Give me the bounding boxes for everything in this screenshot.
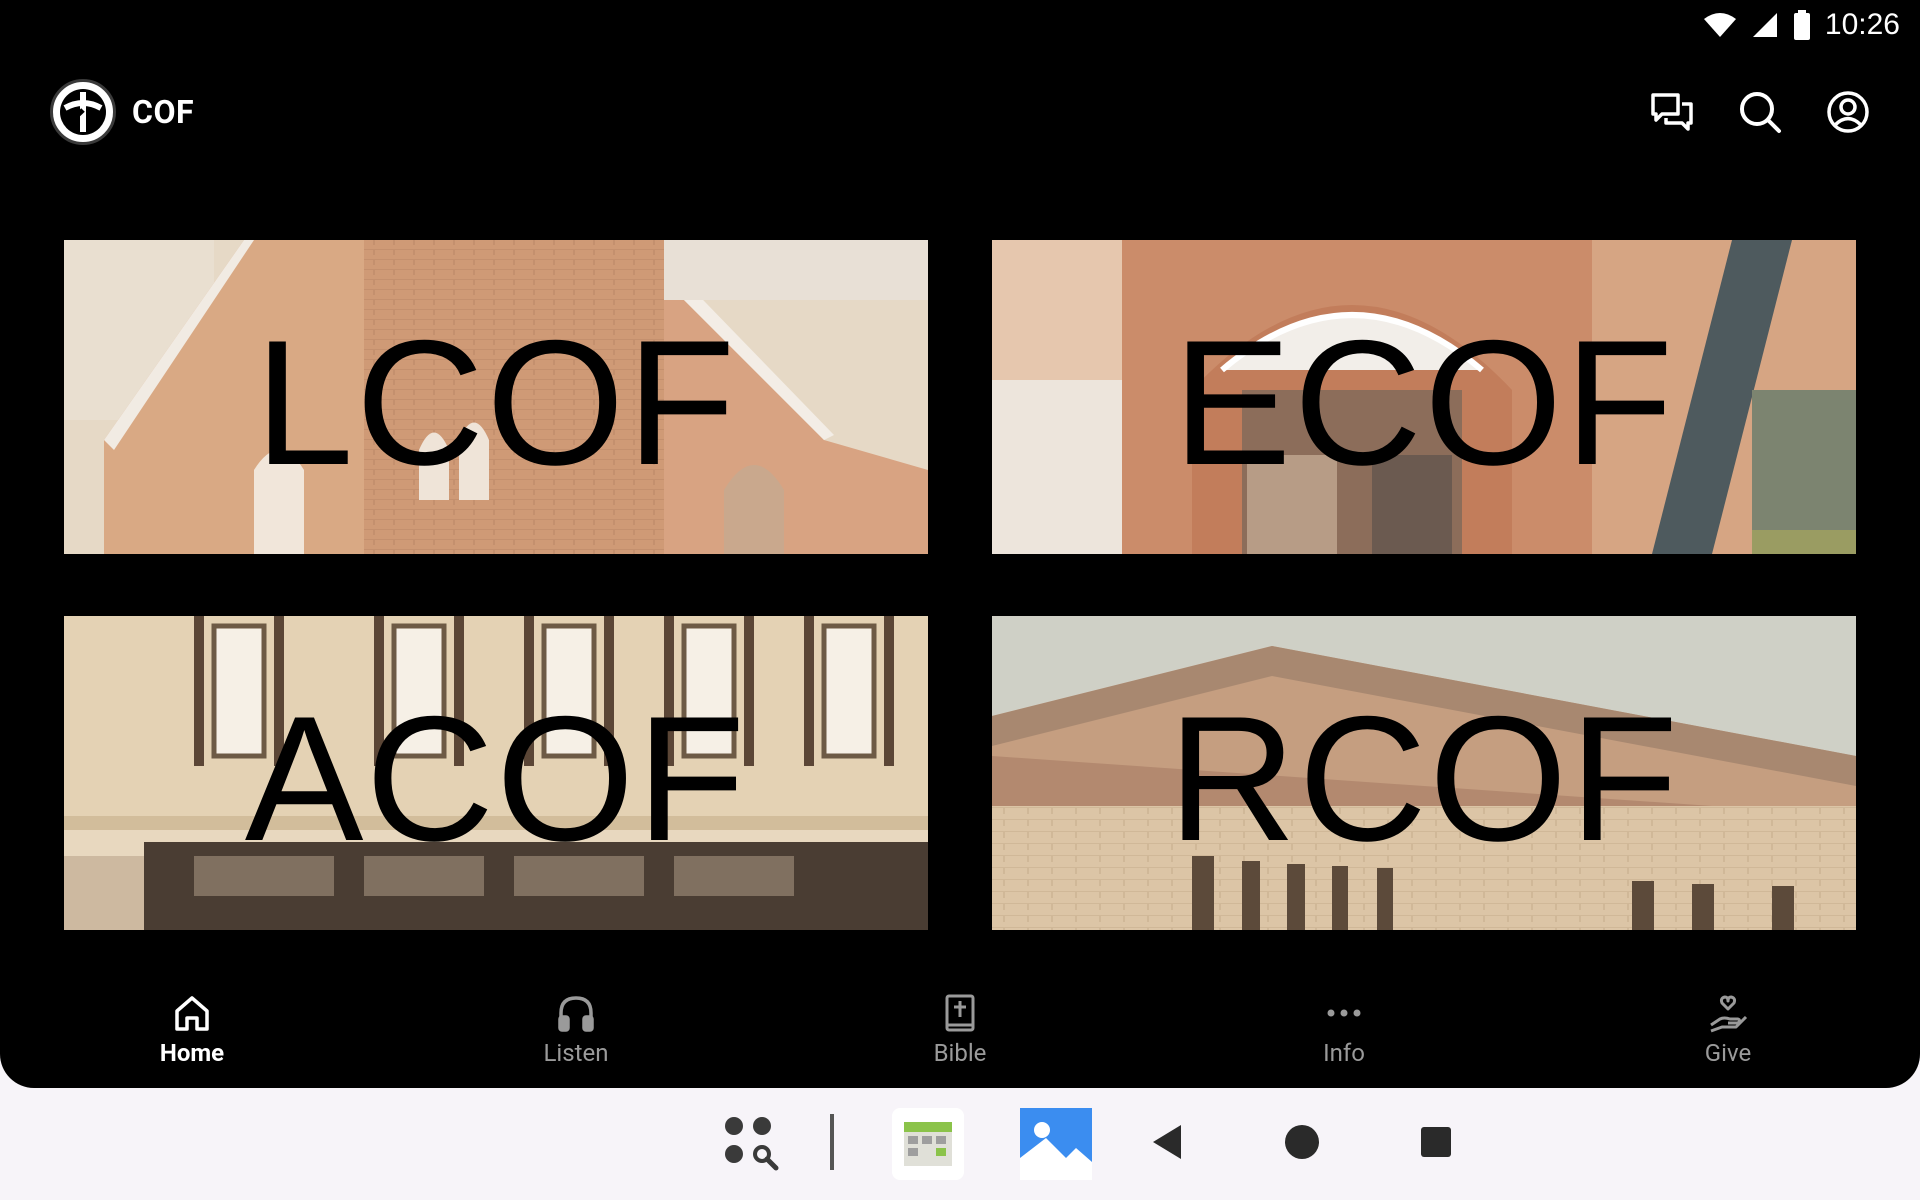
nav-home[interactable]: Home	[0, 980, 384, 1080]
nav-give[interactable]: Give	[1536, 980, 1920, 1080]
home-icon	[175, 996, 209, 1031]
nav-listen[interactable]: Listen	[384, 980, 768, 1080]
more-horizontal-icon	[1327, 1009, 1361, 1017]
nav-bible[interactable]: Bible	[768, 980, 1152, 1080]
top-actions	[1650, 90, 1870, 134]
cell-signal-icon	[1751, 11, 1779, 39]
location-label: RCOF	[1167, 678, 1681, 878]
nav-label: Give	[1704, 1039, 1752, 1067]
top-app-bar: COF	[50, 78, 1870, 146]
wifi-icon	[1703, 11, 1737, 39]
app-screen: 10:26 COF LCOF ECOF ACOF RCOF Home Liste…	[0, 0, 1920, 1088]
location-label: ECOF	[1172, 302, 1676, 502]
bible-icon	[945, 994, 975, 1032]
nav-info[interactable]: Info	[1152, 980, 1536, 1080]
status-time: 10:26	[1824, 8, 1900, 41]
give-heart-hand-icon	[1710, 995, 1748, 1033]
app-title: COF	[132, 93, 195, 131]
recents-icon[interactable]	[1414, 1120, 1458, 1164]
taskbar-divider	[830, 1114, 834, 1170]
nav-label: Info	[1323, 1039, 1365, 1067]
locations-grid: LCOF ECOF ACOF RCOF	[64, 240, 1856, 930]
home-circle-icon[interactable]	[1280, 1120, 1324, 1164]
battery-icon	[1793, 10, 1811, 40]
location-card-ecof[interactable]: ECOF	[992, 240, 1856, 554]
location-card-rcof[interactable]: RCOF	[992, 616, 1856, 930]
app-drawer-search-icon[interactable]	[718, 1110, 782, 1174]
bottom-navigation: Home Listen Bible Info Give	[0, 980, 1920, 1080]
nav-label: Home	[159, 1039, 225, 1067]
status-bar: 10:26	[1703, 0, 1920, 50]
location-card-acof[interactable]: ACOF	[64, 616, 928, 930]
system-navigation-bar	[0, 1088, 1920, 1200]
account-icon[interactable]	[1826, 90, 1870, 134]
nav-label: Listen	[543, 1039, 609, 1067]
chat-icon[interactable]	[1650, 90, 1694, 134]
calendar-app-icon[interactable]	[892, 1108, 964, 1180]
back-icon[interactable]	[1144, 1120, 1188, 1164]
headphones-icon	[558, 996, 594, 1032]
location-label: LCOF	[254, 302, 738, 502]
search-icon[interactable]	[1738, 90, 1782, 134]
church-logo-icon[interactable]	[50, 79, 116, 145]
gallery-app-icon[interactable]	[1020, 1108, 1092, 1180]
location-label: ACOF	[244, 678, 748, 878]
location-card-lcof[interactable]: LCOF	[64, 240, 928, 554]
nav-label: Bible	[933, 1039, 987, 1067]
